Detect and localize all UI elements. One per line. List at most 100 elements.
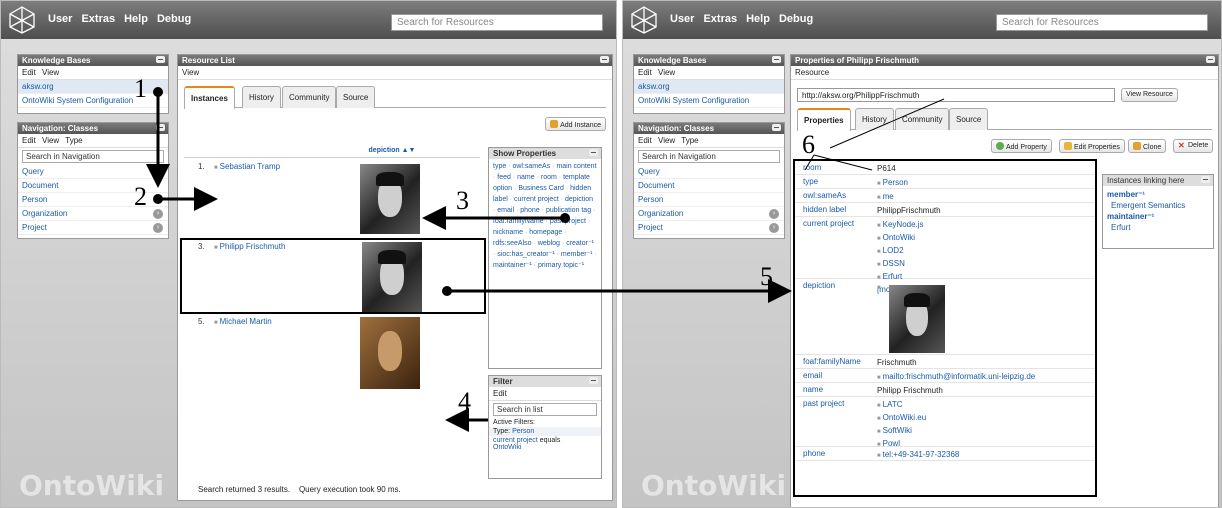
edit-properties-button[interactable]: Edit Properties xyxy=(1059,139,1125,153)
menu-extras[interactable]: Extras xyxy=(703,13,737,25)
property-value[interactable]: ■ LATC xyxy=(877,399,926,412)
filter-search-input[interactable]: Search in list xyxy=(493,403,597,416)
nav-item-project[interactable]: Project › xyxy=(18,221,168,235)
property-value[interactable]: ■ tel:+49-341-97-32368 xyxy=(877,449,959,462)
show-property-item[interactable]: foaf:familyName xyxy=(493,218,544,225)
property-value[interactable]: ■ OntoWiki xyxy=(877,232,924,245)
show-property-item[interactable]: current project xyxy=(514,196,559,203)
show-property-item[interactable]: type xyxy=(493,163,506,170)
show-property-item[interactable]: feed xyxy=(497,174,511,181)
show-property-item[interactable]: publication tag xyxy=(546,207,591,214)
chevron-right-icon[interactable]: › xyxy=(153,209,163,219)
show-property-item[interactable]: email xyxy=(497,207,514,214)
property-key[interactable]: phone xyxy=(803,449,825,458)
show-property-item[interactable]: past project xyxy=(550,218,586,225)
tab-source[interactable]: Source xyxy=(336,86,376,108)
property-key[interactable]: current project xyxy=(803,219,854,228)
property-key[interactable]: type xyxy=(803,177,818,186)
menu-help[interactable]: Help xyxy=(124,13,148,25)
show-property-item[interactable]: member⁻¹ xyxy=(561,251,593,258)
kb-item-aksw[interactable]: aksw.org xyxy=(634,80,784,94)
table-row[interactable]: 5. ■ Michael Martin xyxy=(184,317,484,391)
property-key[interactable]: depiction xyxy=(803,281,835,290)
minimize-icon[interactable] xyxy=(772,56,781,63)
tab-history[interactable]: History xyxy=(242,86,281,108)
show-property-item[interactable]: rdfs:seeAlso xyxy=(493,240,532,247)
show-property-item[interactable]: nickname xyxy=(493,229,523,236)
minimize-icon[interactable] xyxy=(600,56,609,63)
tab-community[interactable]: Community xyxy=(282,86,337,108)
resource-link[interactable]: ■ Philipp Frischmuth xyxy=(214,242,285,251)
menu-user[interactable]: User xyxy=(48,13,72,25)
table-row[interactable]: 1. ■ Sebastian Tramp xyxy=(184,162,484,234)
property-value[interactable]: ■ SoftWiki xyxy=(877,425,926,438)
linking-item[interactable]: Emergent Semantics xyxy=(1107,200,1209,211)
show-property-item[interactable]: main content xyxy=(556,163,596,170)
property-value[interactable]: ■ OntoWiki.eu xyxy=(877,412,926,425)
nav-item-document[interactable]: Document xyxy=(634,179,784,193)
add-property-button[interactable]: Add Property xyxy=(991,139,1052,153)
resource-uri-input[interactable]: http://aksw.org/PhilippFrischmuth xyxy=(797,88,1115,102)
view-resource-button[interactable]: View Resource xyxy=(1121,88,1178,102)
nav-item-project[interactable]: Project › xyxy=(634,221,784,235)
menu-debug[interactable]: Debug xyxy=(779,13,813,25)
show-property-item[interactable]: Business Card xyxy=(518,185,564,192)
resource-search-input[interactable]: Search for Resources xyxy=(996,14,1208,31)
property-value[interactable]: ■ LOD2 xyxy=(877,245,924,258)
show-property-item[interactable]: weblog xyxy=(538,240,560,247)
minimize-icon[interactable] xyxy=(1201,176,1210,183)
property-key[interactable]: hidden label xyxy=(803,205,846,214)
tab-source[interactable]: Source xyxy=(949,108,989,130)
tab-properties[interactable]: Properties xyxy=(797,108,851,131)
minimize-icon[interactable] xyxy=(772,124,781,131)
clone-button[interactable]: Clone xyxy=(1128,139,1167,153)
column-header-depiction[interactable]: depiction ▲▼ xyxy=(184,147,480,158)
kb-item-config[interactable]: OntoWiki System Configuration xyxy=(634,94,784,108)
delete-button[interactable]: ✕ Delete xyxy=(1173,139,1214,153)
navigation-search-input[interactable]: Search in Navigation xyxy=(22,150,164,163)
minimize-icon[interactable] xyxy=(589,149,598,156)
chevron-right-icon[interactable]: › xyxy=(769,209,779,219)
property-key[interactable]: name xyxy=(803,385,823,394)
linking-item[interactable]: Erfurt xyxy=(1107,222,1209,233)
show-property-item[interactable]: creator⁻¹ xyxy=(566,240,594,247)
property-key[interactable]: room xyxy=(803,163,821,172)
chevron-right-icon[interactable]: › xyxy=(769,223,779,233)
menu-user[interactable]: User xyxy=(670,13,694,25)
add-instance-button[interactable]: Add Instance xyxy=(545,117,606,131)
show-property-item[interactable]: homepage xyxy=(529,229,562,236)
property-key[interactable]: email xyxy=(803,371,822,380)
show-property-item[interactable]: name xyxy=(517,174,535,181)
minimize-icon[interactable] xyxy=(1206,56,1215,63)
show-property-item[interactable]: owl:sameAs xyxy=(512,163,550,170)
show-property-item[interactable]: sioc:has_creator⁻¹ xyxy=(497,251,554,258)
navigation-search-input[interactable]: Search in Navigation xyxy=(638,150,780,163)
filter-type[interactable]: Type: Person xyxy=(489,427,601,436)
menu-extras[interactable]: Extras xyxy=(81,13,115,25)
tab-community[interactable]: Community xyxy=(895,108,950,130)
minimize-icon[interactable] xyxy=(589,377,598,384)
show-property-item[interactable]: primary topic⁻¹ xyxy=(538,262,584,269)
show-property-item[interactable]: room xyxy=(541,174,557,181)
show-property-item[interactable]: phone xyxy=(520,207,539,214)
nav-item-organization[interactable]: Organization › xyxy=(634,207,784,221)
property-value[interactable]: ■ KeyNode.js xyxy=(877,219,924,232)
menu-debug[interactable]: Debug xyxy=(157,13,191,25)
property-key[interactable]: owl:sameAs xyxy=(803,191,846,200)
property-key[interactable]: foaf:familyName xyxy=(803,357,861,366)
menu-help[interactable]: Help xyxy=(746,13,770,25)
resource-link[interactable]: ■ Michael Martin xyxy=(214,317,272,326)
filter-current-project[interactable]: current project equals OntoWiki xyxy=(489,436,601,452)
nav-item-person[interactable]: Person xyxy=(634,193,784,207)
chevron-right-icon[interactable]: › xyxy=(153,223,163,233)
resource-link[interactable]: ■ Sebastian Tramp xyxy=(214,162,280,171)
tab-instances[interactable]: Instances xyxy=(184,86,235,109)
show-property-item[interactable]: maintainer⁻¹ xyxy=(493,262,532,269)
show-property-item[interactable]: depiction xyxy=(565,196,593,203)
minimize-icon[interactable] xyxy=(156,124,165,131)
property-value[interactable]: ■ DSSN xyxy=(877,258,924,271)
resource-search-input[interactable]: Search for Resources xyxy=(391,14,603,31)
minimize-icon[interactable] xyxy=(156,56,165,63)
nav-item-query[interactable]: Query xyxy=(18,165,168,179)
nav-item-query[interactable]: Query xyxy=(634,165,784,179)
